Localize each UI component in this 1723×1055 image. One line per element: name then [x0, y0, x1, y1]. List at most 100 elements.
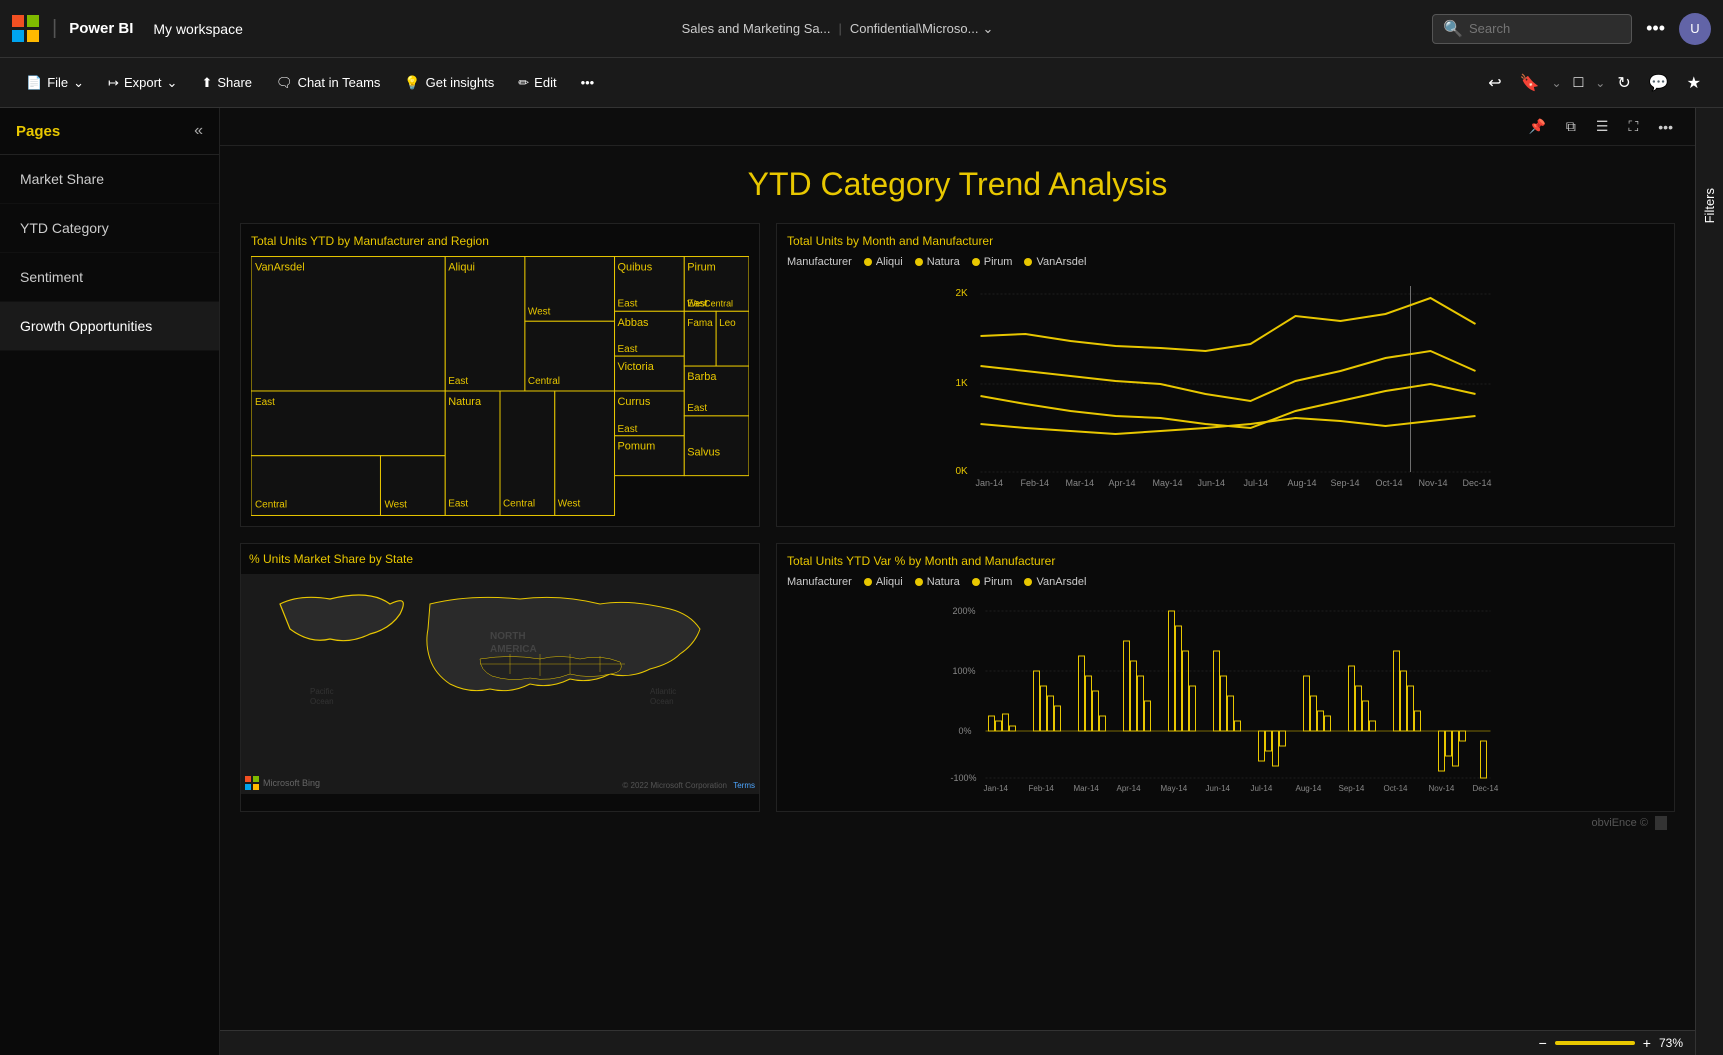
search-input[interactable]: [1469, 21, 1609, 36]
export-chevron-icon: ⌄: [167, 75, 178, 91]
svg-text:Central: Central: [255, 500, 287, 511]
legend-label-vanarsdel: VanArsdel: [1036, 256, 1086, 268]
charts-grid: Total Units YTD by Manufacturer and Regi…: [240, 223, 1675, 527]
search-box[interactable]: 🔍: [1432, 14, 1632, 44]
svg-text:Aug-14: Aug-14: [1288, 478, 1317, 488]
frame-chevron-icon: ⌄: [1595, 76, 1605, 90]
sidebar-item-ytd-category[interactable]: YTD Category: [0, 204, 219, 253]
bar-legend-item-vanarsdel: VanArsdel: [1024, 576, 1086, 588]
bing-logo: [245, 776, 259, 790]
sidebar-item-label: YTD Category: [20, 220, 109, 236]
svg-text:Ocean: Ocean: [650, 697, 674, 706]
svg-text:East: East: [618, 298, 638, 309]
svg-text:Currus: Currus: [618, 396, 651, 408]
pin-button[interactable]: 📌: [1522, 114, 1551, 139]
workspace-label[interactable]: My workspace: [153, 21, 242, 37]
svg-text:Natura: Natura: [448, 396, 482, 408]
fullscreen-button[interactable]: ⛶: [1622, 114, 1644, 139]
bar-chart-section: Total Units YTD Var % by Month and Manuf…: [776, 543, 1675, 812]
sidebar-item-label: Growth Opportunities: [20, 318, 152, 334]
svg-text:Salvus: Salvus: [687, 447, 720, 459]
zoom-out-button[interactable]: −: [1539, 1035, 1547, 1051]
share-button[interactable]: ⬆ Share: [191, 69, 262, 97]
bar-legend-item-pirum: Pirum: [972, 576, 1013, 588]
zoom-slider[interactable]: [1555, 1041, 1635, 1045]
svg-text:Oct-14: Oct-14: [1376, 478, 1403, 488]
ms-logo-yellow: [27, 30, 39, 42]
sidebar-item-market-share[interactable]: Market Share: [0, 155, 219, 204]
svg-text:Jan-14: Jan-14: [984, 784, 1009, 793]
teams-icon: 🗨: [276, 75, 293, 91]
toolbar-more-button[interactable]: •••: [571, 69, 605, 96]
legend-item-natura: Natura: [915, 256, 960, 268]
bookmark-button[interactable]: 🔖: [1514, 67, 1546, 99]
frame-button[interactable]: □: [1568, 68, 1590, 98]
legend-label-natura: Natura: [927, 256, 960, 268]
legend-dot-aliqui: [864, 258, 872, 266]
svg-text:Ocean: Ocean: [310, 697, 334, 706]
map-section: % Units Market Share by State: [240, 543, 760, 812]
get-insights-button[interactable]: 💡 Get insights: [394, 69, 504, 97]
treemap-title: Total Units YTD by Manufacturer and Regi…: [251, 234, 749, 248]
svg-text:Sep-14: Sep-14: [1339, 784, 1365, 793]
visual-more-button[interactable]: •••: [1652, 114, 1679, 139]
filter-visual-button[interactable]: ☰: [1590, 114, 1615, 139]
svg-text:West: West: [528, 306, 551, 317]
treemap-svg: VanArsdel East Central West Natura East: [251, 256, 749, 516]
bottom-bar: − + 73%: [220, 1030, 1695, 1055]
svg-text:Central: Central: [503, 499, 535, 510]
terms-link[interactable]: Terms: [733, 781, 755, 790]
svg-text:Feb-14: Feb-14: [1021, 478, 1050, 488]
share-icon: ⬆: [201, 75, 212, 91]
zoom-percent: 73%: [1659, 1036, 1683, 1050]
svg-text:East: East: [618, 344, 638, 355]
file-button[interactable]: 📄 File ⌄: [16, 69, 94, 97]
chevron-down-icon: ⌄: [982, 21, 993, 37]
svg-text:Victoria: Victoria: [618, 361, 655, 373]
filters-label[interactable]: Filters: [1702, 188, 1717, 223]
sidebar-collapse-button[interactable]: «: [194, 122, 203, 140]
map-bg[interactable]: NORTH AMERICA Pacific Ocean Atlantic Oce…: [241, 574, 759, 794]
undo-button[interactable]: ↩: [1482, 67, 1507, 99]
svg-text:Dec-14: Dec-14: [1473, 784, 1499, 793]
svg-text:East: East: [448, 499, 468, 510]
bar-legend-dot-vanarsdel: [1024, 578, 1032, 586]
copy-visual-button[interactable]: ⧉: [1560, 114, 1582, 139]
report-title: Sales and Marketing Sa...: [682, 21, 831, 36]
watermark-bar: [1655, 816, 1667, 830]
toolbar: 📄 File ⌄ ↦ Export ⌄ ⬆ Share 🗨 Chat in Te…: [0, 58, 1723, 108]
bar-chart-legend: Manufacturer Aliqui Natura Pirum: [787, 576, 1664, 588]
ms-logo-red: [12, 15, 24, 27]
legend-dot-natura: [915, 258, 923, 266]
svg-text:Leo: Leo: [719, 318, 736, 329]
svg-text:West: West: [558, 499, 581, 510]
svg-text:Sep-14: Sep-14: [1331, 478, 1360, 488]
comment-button[interactable]: 💬: [1643, 67, 1675, 99]
refresh-button[interactable]: ↻: [1611, 67, 1636, 99]
chat-in-teams-button[interactable]: 🗨 Chat in Teams: [266, 69, 390, 97]
sidebar: Pages « Market Share YTD Category Sentim…: [0, 108, 220, 1055]
export-button[interactable]: ↦ Export ⌄: [98, 69, 187, 97]
top-bar: | Power BI My workspace Sales and Market…: [0, 0, 1723, 58]
legend-dot-pirum: [972, 258, 980, 266]
favorite-button[interactable]: ★: [1681, 67, 1707, 99]
zoom-in-button[interactable]: +: [1643, 1035, 1651, 1051]
svg-text:Pomum: Pomum: [618, 441, 656, 453]
svg-text:East: East: [255, 397, 275, 408]
ms-logo-blue: [12, 30, 24, 42]
treemap-container[interactable]: VanArsdel East Central West Natura East: [251, 256, 749, 516]
svg-text:May-14: May-14: [1161, 784, 1188, 793]
svg-text:East: East: [687, 403, 707, 414]
power-bi-brand: Power BI: [69, 20, 133, 37]
edit-button[interactable]: ✏ Edit: [508, 69, 566, 97]
bar-legend-dot-natura: [915, 578, 923, 586]
svg-text:Aliqui: Aliqui: [448, 261, 475, 273]
confidential-label[interactable]: Confidential\Microso... ⌄: [850, 21, 994, 37]
avatar[interactable]: U: [1679, 13, 1711, 45]
sidebar-item-growth-opportunities[interactable]: Growth Opportunities: [0, 302, 219, 351]
sidebar-item-sentiment[interactable]: Sentiment: [0, 253, 219, 302]
line-chart-svg: 2K 1K 0K: [787, 276, 1664, 496]
svg-text:Mar-14: Mar-14: [1074, 784, 1100, 793]
more-options-button[interactable]: •••: [1640, 14, 1671, 43]
svg-text:Jun-14: Jun-14: [1198, 478, 1226, 488]
